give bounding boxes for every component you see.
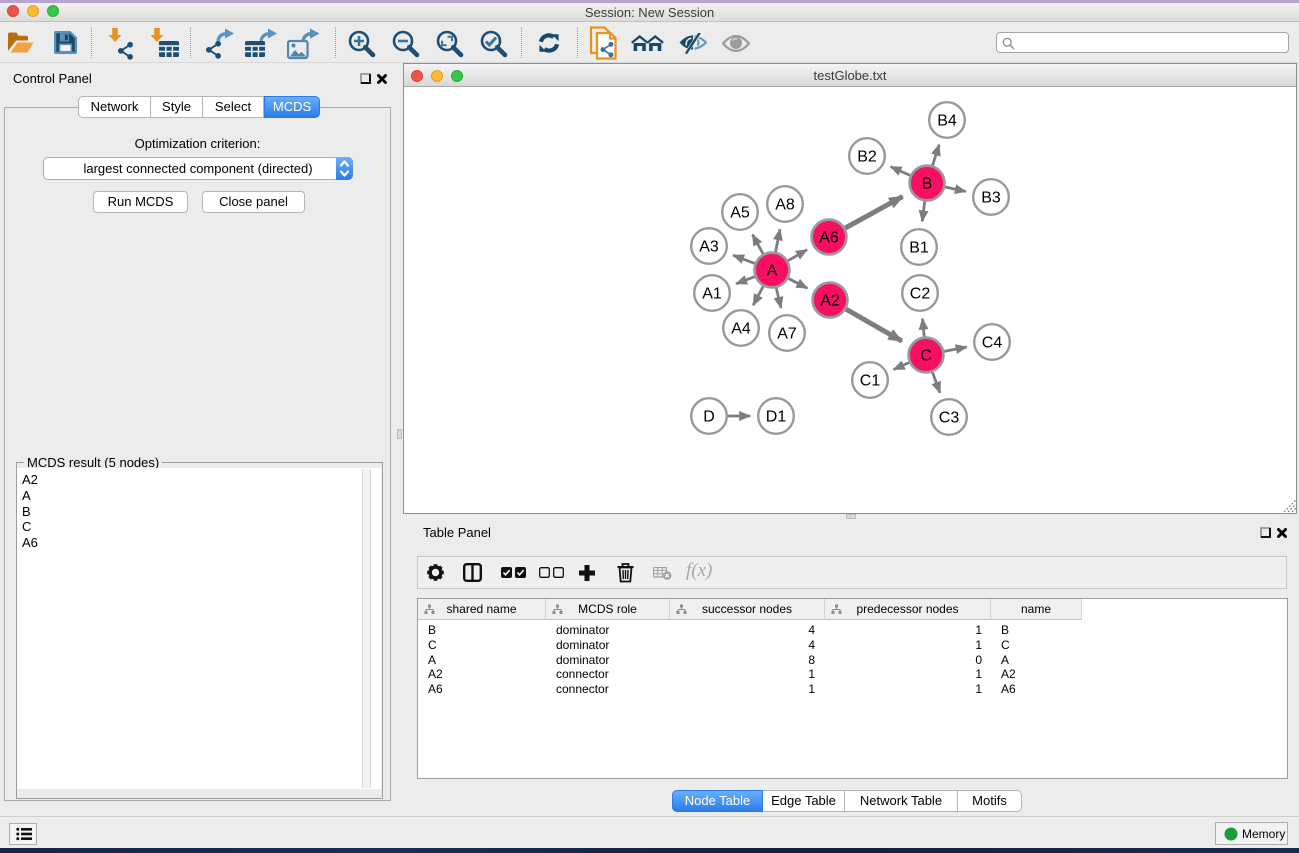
svg-text:A: A (767, 263, 778, 280)
svg-text:A8: A8 (775, 197, 795, 214)
svg-text:C: C (920, 348, 932, 365)
svg-text:A4: A4 (731, 321, 751, 338)
svg-text:A5: A5 (730, 205, 750, 222)
svg-text:A2: A2 (820, 293, 840, 310)
svg-text:B: B (922, 176, 933, 193)
svg-text:B1: B1 (909, 240, 929, 257)
svg-text:D: D (703, 409, 715, 426)
svg-text:A1: A1 (702, 286, 722, 303)
svg-text:C3: C3 (939, 410, 960, 427)
svg-text:B3: B3 (981, 190, 1001, 207)
svg-text:D1: D1 (766, 409, 787, 426)
svg-text:A6: A6 (819, 230, 839, 247)
svg-text:A7: A7 (777, 326, 797, 343)
svg-text:C1: C1 (860, 373, 881, 390)
svg-text:A3: A3 (699, 239, 719, 256)
svg-text:B2: B2 (857, 149, 877, 166)
svg-text:C2: C2 (910, 286, 931, 303)
svg-text:B4: B4 (937, 113, 957, 130)
svg-text:C4: C4 (982, 335, 1003, 352)
